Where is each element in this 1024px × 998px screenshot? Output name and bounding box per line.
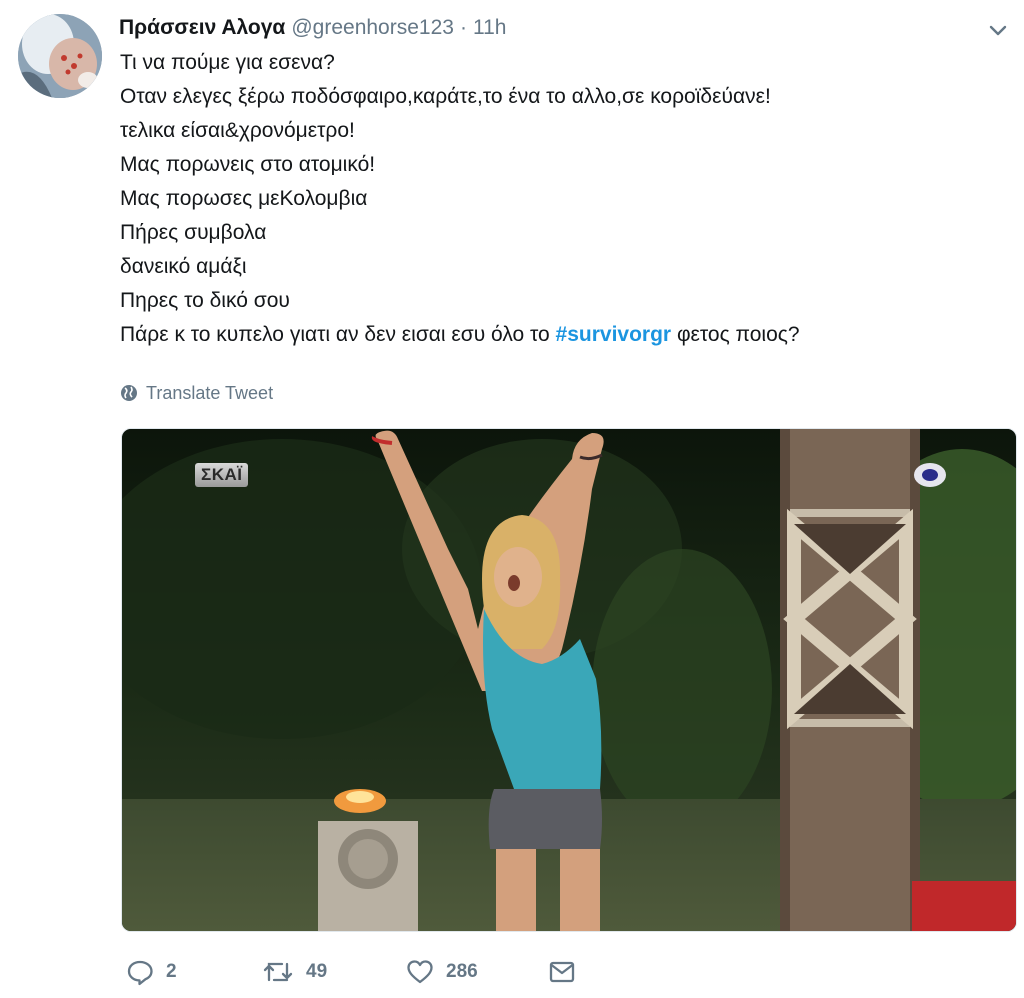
display-name[interactable]: Πράσσειν Αλογα <box>119 16 285 40</box>
reply-count: 2 <box>166 961 177 982</box>
avatar[interactable] <box>18 14 102 98</box>
translate-label: Translate Tweet <box>146 382 274 403</box>
hashtag-link[interactable]: #survivorgr <box>556 323 672 346</box>
timestamp[interactable]: 11h <box>473 16 506 40</box>
tweet-text-line: Τι να πούμε για εσενα? <box>120 51 335 74</box>
tweet-text-segment: φετος ποιος? <box>671 323 800 346</box>
translate-tweet-link[interactable]: Translate Tweet <box>120 380 273 406</box>
tweet-text-segment: Πάρε κ το κυπελο γιατι αν δεν εισαι εσυ … <box>120 323 556 346</box>
direct-message-button[interactable] <box>548 958 576 986</box>
tweet-text: Τι να πούμε για εσενα? Οταν ελεγες ξέρω … <box>120 46 1000 352</box>
tweet[interactable]: Πράσσειν Αλογα @greenhorse123 · 11h Τι ν… <box>0 0 1024 998</box>
avatar-image <box>18 14 102 98</box>
like-count: 286 <box>446 961 478 982</box>
retweet-icon <box>263 962 293 982</box>
separator: · <box>459 16 467 39</box>
reply-icon <box>127 960 153 986</box>
tweet-text-line: τελικα είσαι&χρονόμετρο! <box>120 119 355 142</box>
like-button[interactable]: 286 <box>406 958 478 986</box>
retweet-count: 49 <box>306 961 328 982</box>
user-handle[interactable]: @greenhorse123 <box>291 16 454 40</box>
tweet-text-line: Μας πορωνεις στο ατομικό! <box>120 153 376 176</box>
tweet-text-line: Πηρες το δικό σου <box>120 289 290 312</box>
heart-icon <box>407 960 433 984</box>
chevron-down-icon[interactable] <box>986 18 1010 42</box>
globe-icon <box>121 385 137 401</box>
media-scene <box>122 429 1016 931</box>
retweet-button[interactable]: 49 <box>262 958 327 986</box>
envelope-icon <box>549 961 575 983</box>
tweet-media-image[interactable]: ΣΚΑΪ <box>121 428 1017 932</box>
tweet-text-line: Πήρες συμβολα <box>120 221 267 244</box>
tweet-text-last-line: Πάρε κ το κυπελο γιατι αν δεν εισαι εσυ … <box>120 318 1000 352</box>
channel-logo: ΣΚΑΪ <box>195 463 249 487</box>
tweet-header: Πράσσειν Αλογα @greenhorse123 · 11h <box>119 14 506 42</box>
tweet-text-line: Οταν ελεγες ξέρω ποδόσφαιρο,καράτε,το έν… <box>120 85 771 108</box>
reply-button[interactable]: 2 <box>126 958 177 986</box>
tweet-text-line: δανεικό αμάξι <box>120 255 247 278</box>
tweet-text-line: Μας πορωσες μεΚολομβια <box>120 187 368 210</box>
